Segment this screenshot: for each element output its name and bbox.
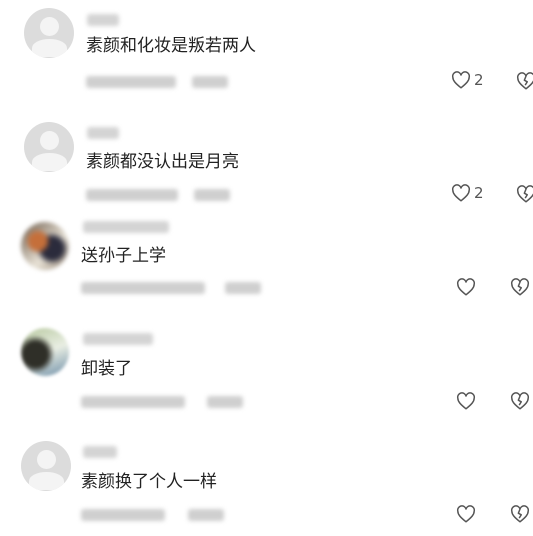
like-count: 2 <box>474 184 484 202</box>
broken-heart-outline-icon <box>511 278 529 296</box>
like-button[interactable] <box>456 392 479 410</box>
comment-time-blurred <box>86 189 178 201</box>
dislike-button[interactable] <box>510 392 530 410</box>
reply-button[interactable] <box>225 282 261 294</box>
username-blurred[interactable] <box>83 221 169 233</box>
comment-text: 素颜换了个人一样 <box>81 472 217 492</box>
heart-outline-icon <box>457 505 475 523</box>
reply-button[interactable] <box>194 189 230 201</box>
dislike-button[interactable] <box>516 72 533 90</box>
user-avatar[interactable] <box>21 441 71 491</box>
username-blurred[interactable] <box>83 333 153 345</box>
reply-button[interactable] <box>192 76 228 88</box>
like-button[interactable] <box>456 505 479 523</box>
username-blurred[interactable] <box>87 127 119 139</box>
user-avatar[interactable] <box>24 122 74 172</box>
comment-time-blurred <box>81 282 205 294</box>
comment-text: 送孙子上学 <box>81 246 166 266</box>
dislike-button[interactable] <box>510 505 530 523</box>
comment-time-blurred <box>81 509 165 521</box>
comment-text: 素颜都没认出是月亮 <box>86 152 239 172</box>
dislike-button[interactable] <box>516 185 533 203</box>
heart-outline-icon <box>452 71 470 89</box>
reply-button[interactable] <box>188 509 224 521</box>
like-button[interactable]: 2 <box>451 71 484 89</box>
reply-button[interactable] <box>207 396 243 408</box>
comment-time-blurred <box>81 396 185 408</box>
heart-outline-icon <box>452 184 470 202</box>
broken-heart-outline-icon <box>517 185 533 203</box>
heart-outline-icon <box>457 278 475 296</box>
like-button[interactable]: 2 <box>451 184 484 202</box>
comment-text: 卸装了 <box>81 359 132 379</box>
user-avatar[interactable] <box>21 222 69 270</box>
username-blurred[interactable] <box>87 14 119 26</box>
user-avatar[interactable] <box>24 8 74 58</box>
dislike-button[interactable] <box>510 278 530 296</box>
broken-heart-outline-icon <box>511 505 529 523</box>
like-count: 2 <box>474 71 484 89</box>
user-avatar[interactable] <box>21 328 69 376</box>
broken-heart-outline-icon <box>517 72 533 90</box>
heart-outline-icon <box>457 392 475 410</box>
comment-time-blurred <box>86 76 176 88</box>
comment-text: 素颜和化妆是叛若两人 <box>86 36 256 56</box>
like-button[interactable] <box>456 278 479 296</box>
broken-heart-outline-icon <box>511 392 529 410</box>
username-blurred[interactable] <box>83 446 117 458</box>
